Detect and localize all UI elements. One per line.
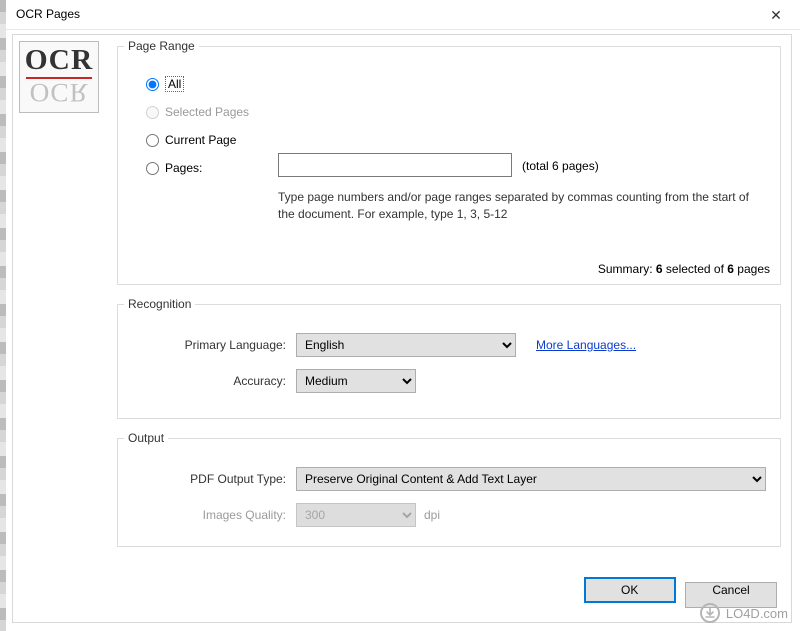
app-edge-strip xyxy=(0,0,6,631)
radio-current[interactable]: Current Page xyxy=(146,131,236,149)
window-close-button[interactable]: ✕ xyxy=(758,3,794,27)
output-group: Output PDF Output Type: Preserve Origina… xyxy=(117,431,781,547)
radio-current-input[interactable] xyxy=(146,134,159,147)
radio-all[interactable]: All xyxy=(146,75,184,93)
button-bar: OK Cancel xyxy=(578,577,777,608)
output-legend: Output xyxy=(124,431,168,445)
radio-selected-input xyxy=(146,106,159,119)
recognition-legend: Recognition xyxy=(124,297,195,311)
ocr-icon: OCR OCR xyxy=(19,41,99,113)
more-languages-link[interactable]: More Languages... xyxy=(536,338,636,352)
dpi-label: dpi xyxy=(424,508,440,522)
primary-language-label: Primary Language: xyxy=(156,338,296,352)
ok-button[interactable]: OK xyxy=(584,577,676,603)
close-icon: ✕ xyxy=(770,7,782,23)
window-title: OCR Pages xyxy=(16,7,80,21)
primary-language-row: Primary Language: English More Languages… xyxy=(156,333,636,357)
output-type-label: PDF Output Type: xyxy=(156,472,296,486)
images-quality-select: 300 xyxy=(296,503,416,527)
cancel-button[interactable]: Cancel xyxy=(685,582,777,608)
accuracy-label: Accuracy: xyxy=(156,374,296,388)
accuracy-row: Accuracy: Medium xyxy=(156,369,416,393)
accuracy-select[interactable]: Medium xyxy=(296,369,416,393)
radio-pages-input[interactable] xyxy=(146,162,159,175)
images-quality-label: Images Quality: xyxy=(156,508,296,522)
dialog-body: OCR OCR Page Range All Selected Pages Cu… xyxy=(12,34,792,623)
ocr-icon-reflection: OCR xyxy=(29,80,88,104)
pages-hint: Type page numbers and/or page ranges sep… xyxy=(278,189,768,223)
summary-text: Summary: 6 selected of 6 pages xyxy=(598,262,770,276)
radio-selected: Selected Pages xyxy=(146,103,249,121)
primary-language-select[interactable]: English xyxy=(296,333,516,357)
output-type-row: PDF Output Type: Preserve Original Conte… xyxy=(156,467,766,491)
ocr-icon-text: OCR xyxy=(18,48,100,74)
pagerange-group: Page Range All Selected Pages Current Pa… xyxy=(117,39,781,285)
titlebar: OCR Pages ✕ xyxy=(6,0,800,30)
radio-all-label: All xyxy=(165,76,184,92)
pagerange-legend: Page Range xyxy=(124,39,199,53)
radio-current-label: Current Page xyxy=(165,133,236,147)
recognition-group: Recognition Primary Language: English Mo… xyxy=(117,297,781,419)
radio-all-input[interactable] xyxy=(146,78,159,91)
pages-input[interactable] xyxy=(278,153,512,177)
output-type-select[interactable]: Preserve Original Content & Add Text Lay… xyxy=(296,467,766,491)
radio-selected-label: Selected Pages xyxy=(165,105,249,119)
images-quality-row: Images Quality: 300 dpi xyxy=(156,503,440,527)
total-pages-text: (total 6 pages) xyxy=(522,159,599,173)
radio-pages[interactable]: Pages: xyxy=(146,159,202,177)
radio-pages-label: Pages: xyxy=(165,161,202,175)
